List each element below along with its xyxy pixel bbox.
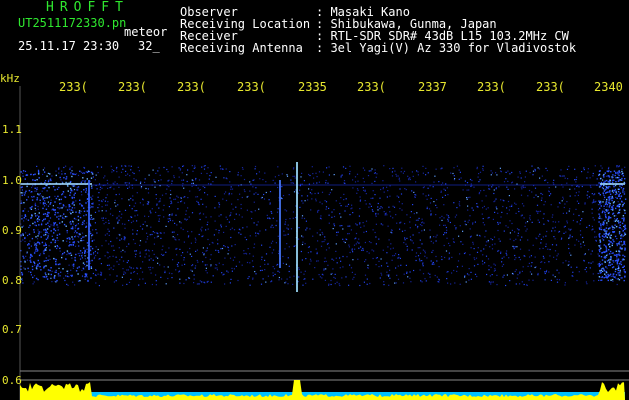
signal-noise	[20, 165, 627, 287]
power-trace	[20, 380, 625, 400]
x-tick: 2340	[594, 80, 623, 94]
carrier-lines	[20, 162, 625, 292]
axis-lines	[19, 86, 629, 400]
y-tick-1.0: 1.0	[2, 174, 22, 187]
y-tick-0.6: 0.6	[2, 374, 22, 387]
x-tick: 2335	[298, 80, 327, 94]
x-tick: 233(	[59, 80, 88, 94]
y-tick-0.9: 0.9	[2, 224, 22, 237]
y-tick-1.1: 1.1	[2, 123, 22, 136]
x-tick: 233(	[118, 80, 147, 94]
x-tick: 233(	[536, 80, 565, 94]
x-tick: 233(	[237, 80, 266, 94]
x-tick: 2337	[418, 80, 447, 94]
spectrogram	[19, 86, 629, 400]
y-tick-0.7: 0.7	[2, 323, 22, 336]
x-tick: 233(	[357, 80, 386, 94]
x-tick: 233(	[477, 80, 506, 94]
y-tick-0.8: 0.8	[2, 274, 22, 287]
y-axis-unit: kHz	[0, 72, 20, 85]
x-tick: 233(	[177, 80, 206, 94]
